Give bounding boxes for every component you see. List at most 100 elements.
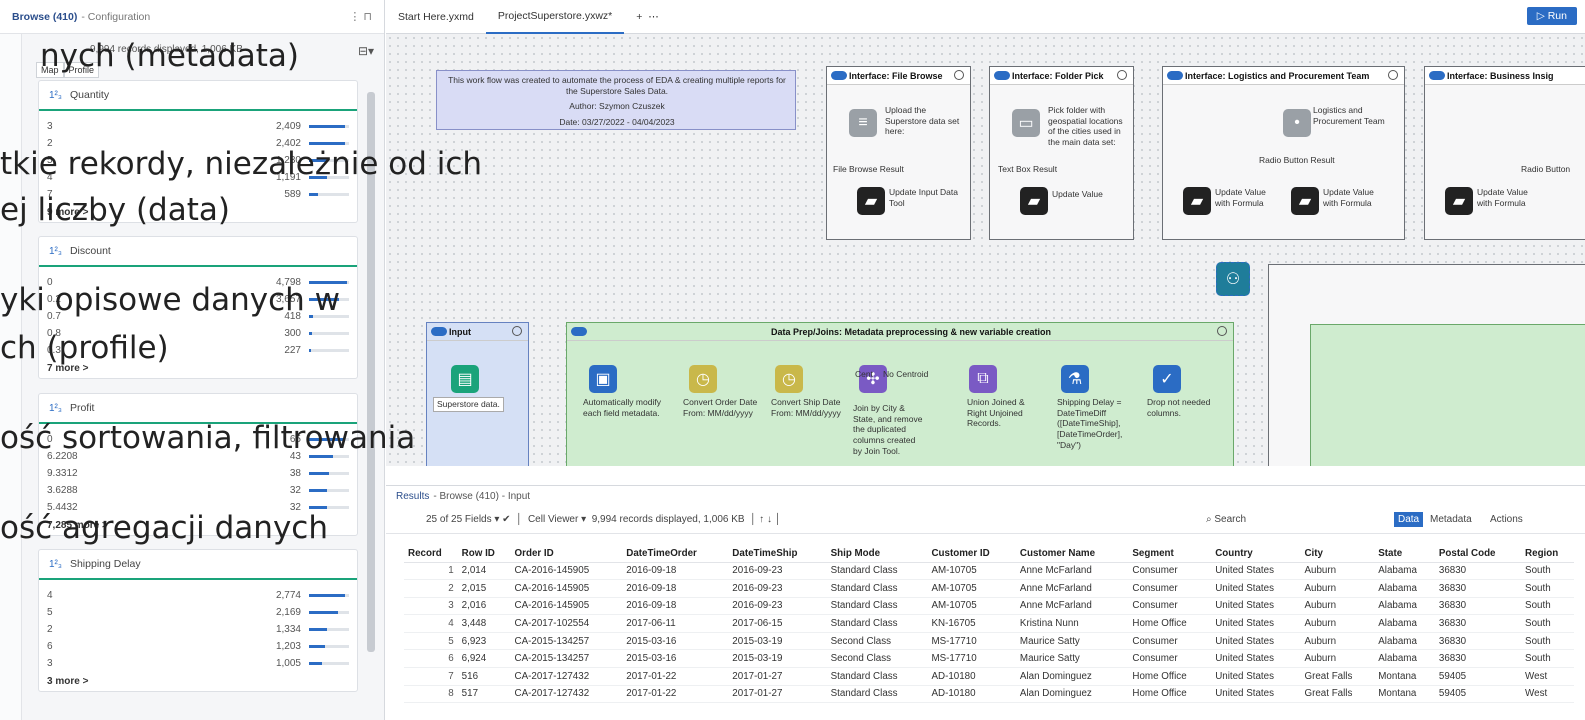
column-header[interactable]: Customer Name: [1015, 545, 1129, 563]
table-cell: AD-10180: [927, 685, 1016, 704]
column-header[interactable]: Ship Mode: [826, 545, 928, 563]
table-row[interactable]: 5 6,923 CA-2015-134257 2015-03-16 2015-03-19…: [404, 632, 1574, 651]
new-tab-icon[interactable]: + ⋯: [624, 0, 670, 34]
metadata-toggle[interactable]: Metadata: [1426, 512, 1476, 527]
profile-bar: [309, 193, 349, 196]
column-header[interactable]: Postal Code: [1434, 545, 1522, 563]
column-header[interactable]: DateTimeOrder: [622, 545, 729, 563]
more-link[interactable]: 9 more >: [39, 203, 357, 222]
card-header[interactable]: 1²₃ Quantity: [39, 81, 357, 111]
profile-card[interactable]: 1²₃ Profit 0 65 6.2208 43 9.3312 38 3.6288 32 5.44…: [38, 393, 358, 536]
more-link[interactable]: 3 more >: [39, 672, 357, 691]
note-shipping: Shipping Delay = DateTimeDiff ([DateTime…: [1057, 397, 1123, 450]
profile-card[interactable]: 1²₃ Shipping Delay 4 2,774 5 2,169 2 1,334 6 1,20…: [38, 549, 358, 692]
container-business[interactable]: Interface: Business Insig Radio Button ▰…: [1424, 66, 1585, 240]
profile-card[interactable]: 1²₃ Quantity 3 2,409 2 2,402 5 1,230 4 1,191 7 589 9…: [38, 80, 358, 223]
tab-map[interactable]: Map: [36, 62, 64, 78]
profile-row: 9.3312 38: [39, 465, 357, 482]
datetime-tool-icon[interactable]: ◷: [775, 365, 803, 393]
table-row[interactable]: 4 3,448 CA-2017-102554 2017-06-11 2017-06-15…: [404, 614, 1574, 633]
container-file-browse[interactable]: Interface: File Browse ≡ Upload the Supe…: [826, 66, 971, 240]
column-header[interactable]: Country: [1211, 545, 1301, 563]
profile-row: 2 2,402: [39, 135, 357, 152]
table-cell: Alabama: [1374, 597, 1435, 616]
tab-profile[interactable]: Profile: [63, 62, 100, 78]
column-header[interactable]: Segment: [1128, 545, 1212, 563]
table-cell: Standard Class: [826, 562, 928, 581]
note-logistics: Logistics and Procurement Team: [1313, 105, 1385, 126]
radio-tool-icon[interactable]: •: [1283, 109, 1311, 137]
union-tool-icon[interactable]: ⧉: [969, 365, 997, 393]
action-tool-icon[interactable]: ▰: [1020, 187, 1048, 215]
run-button[interactable]: ▷ Run: [1526, 7, 1577, 25]
profile-row: 0.7 418: [39, 308, 357, 325]
profile-bar: [309, 455, 349, 458]
column-header[interactable]: City: [1300, 545, 1375, 563]
text-box-tool-icon[interactable]: ▭: [1012, 109, 1040, 137]
search-input[interactable]: ⌕ Search: [1206, 514, 1246, 525]
table-cell: United States: [1211, 614, 1301, 633]
column-header[interactable]: Record: [404, 545, 458, 563]
tab-start-here[interactable]: Start Here.yxmd: [386, 0, 486, 34]
card-header[interactable]: 1²₃ Profit: [39, 394, 357, 424]
select-tool-icon[interactable]: ▣: [589, 365, 617, 393]
container-folder-pick[interactable]: Interface: Folder Pick ▭ Pick folder wit…: [989, 66, 1134, 240]
column-header[interactable]: State: [1374, 545, 1435, 563]
cell-viewer-dropdown[interactable]: Cell Viewer: [528, 514, 578, 525]
table-cell: 36830: [1434, 632, 1522, 651]
column-header[interactable]: Order ID: [510, 545, 623, 563]
profile-card[interactable]: 1²₃ Discount 0 4,798 0.2 3,657 0.7 418 0.8 300 0.3…: [38, 236, 358, 379]
action-tool-icon[interactable]: ▰: [1445, 187, 1473, 215]
table-cell: 59405: [1434, 685, 1522, 704]
file-browse-tool-icon[interactable]: ≡: [849, 109, 877, 137]
table-row[interactable]: 8 517 CA-2017-127432 2017-01-22 2017-01-27 St…: [404, 685, 1574, 704]
action-tool-icon[interactable]: ▰: [1291, 187, 1319, 215]
binoculars-icon[interactable]: ⚇: [1216, 262, 1250, 296]
table-row[interactable]: 7 516 CA-2017-127432 2017-01-22 2017-01-27 St…: [404, 667, 1574, 686]
workflow-canvas[interactable]: This work flow was created to automate t…: [386, 34, 1585, 466]
column-header[interactable]: Customer ID: [927, 545, 1016, 563]
note-superstore: Superstore data.: [433, 397, 504, 412]
table-cell: 36830: [1434, 579, 1522, 598]
table-cell: Maurice Satty: [1015, 649, 1129, 669]
more-link[interactable]: 7,285 more >: [39, 516, 357, 535]
table-row[interactable]: 3 2,016 CA-2016-145905 2016-09-18 2016-09-23…: [404, 597, 1574, 616]
formula-tool-icon[interactable]: ⚗: [1061, 365, 1089, 393]
column-header[interactable]: Region: [1521, 545, 1574, 563]
actions-menu[interactable]: Actions: [1490, 514, 1523, 525]
fields-dropdown[interactable]: 25 of 25 Fields: [426, 514, 492, 525]
card-header[interactable]: 1²₃ Discount: [39, 237, 357, 267]
pin-icon[interactable]: ⋮ ⊓: [349, 10, 372, 23]
table-row[interactable]: 1 2,014 CA-2016-145905 2016-09-18 2016-09-23…: [404, 562, 1574, 581]
table-row[interactable]: 6 6,924 CA-2015-134257 2015-03-16 2015-03-19…: [404, 649, 1574, 669]
container-logistics[interactable]: Interface: Logistics and Procurement Tea…: [1162, 66, 1405, 240]
datetime-tool-icon[interactable]: ◷: [689, 365, 717, 393]
table-cell: CA-2017-102554: [510, 614, 623, 633]
select-check-icon[interactable]: ✓: [1153, 365, 1181, 393]
action-tool-icon[interactable]: ▰: [1183, 187, 1211, 215]
action-tool-icon[interactable]: ▰: [857, 187, 885, 215]
summary-icon[interactable]: ⊟▾: [358, 44, 374, 58]
column-header[interactable]: Row ID: [457, 545, 511, 563]
profile-row: 4 2,774: [39, 587, 357, 604]
data-toggle[interactable]: Data: [1394, 512, 1424, 527]
more-link[interactable]: 7 more >: [39, 359, 357, 378]
container-green[interactable]: [1310, 324, 1585, 466]
card-header[interactable]: 1²₃ Shipping Delay: [39, 550, 357, 580]
column-header[interactable]: DateTimeShip: [728, 545, 827, 563]
table-cell: West: [1521, 685, 1574, 704]
container-input[interactable]: Input ▤ Superstore data.: [426, 322, 529, 466]
table-cell: Home Office: [1128, 614, 1212, 633]
container-data-prep[interactable]: Data Prep/Joins: Metadata preprocessing …: [566, 322, 1234, 466]
table-row[interactable]: 2 2,015 CA-2016-145905 2016-09-18 2016-09-23…: [404, 579, 1574, 598]
table-cell: Consumer: [1128, 632, 1212, 651]
note-upload: Upload the Superstore data set here:: [885, 105, 960, 137]
table-cell: 2015-03-19: [728, 649, 827, 669]
table-cell: 2016-09-23: [728, 562, 827, 581]
table-cell: 2017-01-27: [728, 685, 827, 704]
input-book-icon[interactable]: ▤: [451, 365, 479, 393]
tab-project-superstore[interactable]: ProjectSuperstore.yxwz*: [485, 0, 625, 34]
description-box[interactable]: This work flow was created to automate t…: [436, 70, 796, 130]
left-scrollbar[interactable]: [366, 80, 376, 700]
table-cell: Auburn: [1300, 632, 1375, 651]
